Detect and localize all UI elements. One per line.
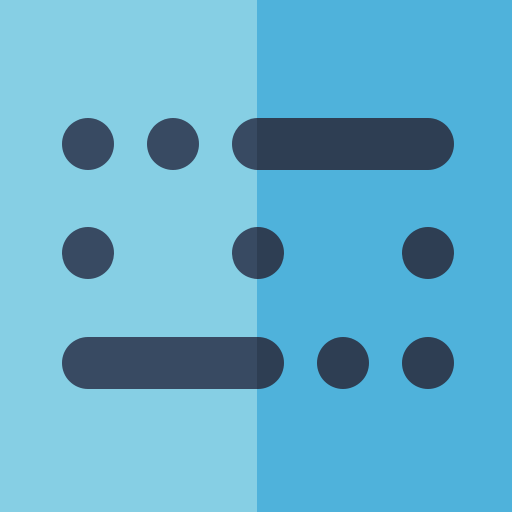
morse-code-graphic — [0, 0, 512, 512]
background-right-panel — [257, 0, 512, 512]
morse-dot-r2-s3-right — [402, 227, 454, 279]
morse-dot-r1-s2-left — [147, 118, 199, 170]
morse-code-icon — [0, 0, 512, 512]
background-left-panel — [0, 0, 257, 512]
morse-dot-r1-s1-left — [62, 118, 114, 170]
morse-dash-r1-s3-right — [257, 118, 454, 170]
morse-dot-r3-s2-right — [317, 337, 369, 389]
morse-dot-r2-s1-left — [62, 227, 114, 279]
morse-dash-r3-s1-left — [62, 337, 257, 389]
morse-dot-r3-s3-right — [402, 337, 454, 389]
